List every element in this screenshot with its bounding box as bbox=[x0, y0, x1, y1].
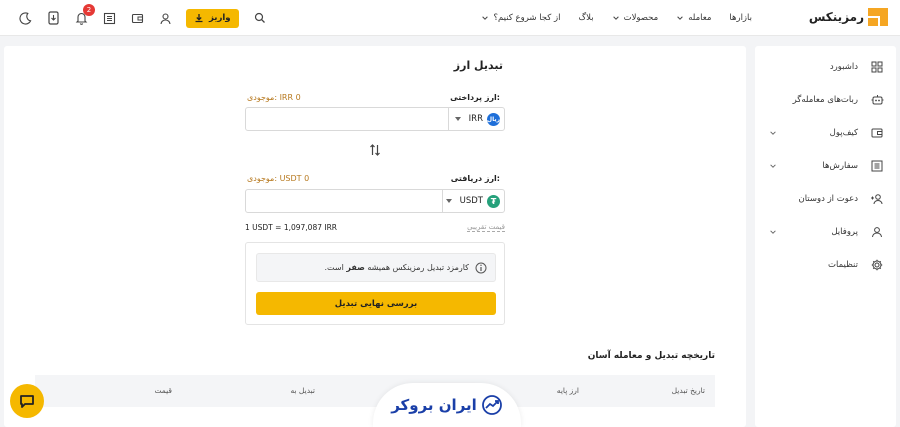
rial-icon: ریال bbox=[487, 112, 500, 126]
top-header: رمزینکس بازارها معامله محصولات بلاگ از ک… bbox=[0, 0, 900, 36]
robot-icon bbox=[870, 93, 884, 107]
column-header-base-currency: ارز پایه bbox=[556, 386, 579, 395]
sidebar-item-label: سفارش‌ها bbox=[822, 161, 858, 171]
sidebar-item-invite-friends[interactable]: دعوت از دوستان bbox=[755, 189, 896, 209]
pay-currency-label: ارز پرداختی: bbox=[450, 93, 500, 102]
receive-amount-field[interactable]: ₮ USDT bbox=[245, 189, 505, 213]
chevron-down-icon bbox=[770, 230, 776, 234]
nav-item-label: بازارها bbox=[729, 13, 752, 23]
page-title: تبدیل ارز bbox=[453, 59, 503, 72]
caret-down-icon bbox=[445, 199, 452, 203]
main-content: تبدیل ارز ارز پرداختی: موجودی: IRR 0 ریا… bbox=[4, 46, 746, 427]
history-title: تاریخچه تبدیل و معامله آسان bbox=[587, 351, 715, 361]
nav-item-getting-started[interactable]: از کجا شروع کنیم؟ bbox=[481, 13, 561, 23]
deposit-label: واریز bbox=[209, 13, 231, 23]
sidebar-item-dashboard[interactable]: داشبورد bbox=[755, 57, 896, 77]
wallet-icon[interactable] bbox=[130, 11, 144, 25]
pay-balance: موجودی: IRR 0 bbox=[247, 93, 301, 102]
logo-mark bbox=[868, 8, 888, 26]
exchange-rate: 1 USDT = 1,097,087 IRR bbox=[245, 223, 338, 232]
orders-icon[interactable] bbox=[102, 11, 116, 25]
search-icon[interactable] bbox=[253, 11, 267, 25]
chevron-down-icon bbox=[770, 131, 776, 135]
user-icon[interactable] bbox=[158, 11, 172, 25]
fee-notice: کارمزد تبدیل رمزینکس همیشه صفر است. bbox=[256, 253, 496, 282]
column-header-converted-to: تبدیل به bbox=[290, 386, 315, 395]
chevron-down-icon bbox=[612, 16, 619, 20]
logo[interactable]: رمزینکس bbox=[809, 8, 888, 26]
notification-icon[interactable]: 2 bbox=[74, 4, 95, 25]
sidebar-item-label: پروفایل bbox=[831, 227, 858, 237]
sidebar-item-orders[interactable]: سفارش‌ها bbox=[755, 156, 896, 176]
caret-down-icon bbox=[454, 117, 461, 121]
watermark-logo: ایران بروکر bbox=[373, 383, 521, 427]
chevron-down-icon bbox=[770, 164, 776, 168]
nav-item-label: بلاگ bbox=[578, 13, 594, 23]
download-app-icon[interactable] bbox=[46, 11, 60, 25]
dashboard-icon bbox=[870, 60, 884, 74]
sidebar: داشبورد ربات‌های معامله‌گر کیف‌پول سفارش… bbox=[755, 46, 896, 427]
receive-currency-label: ارز دریافتی: bbox=[450, 174, 500, 183]
main-nav: بازارها معامله محصولات بلاگ از کجا شروع … bbox=[481, 0, 752, 36]
download-icon bbox=[195, 14, 203, 23]
profile-icon bbox=[870, 225, 884, 239]
chart-arrow-icon bbox=[481, 395, 502, 415]
pay-currency-name: IRR bbox=[468, 114, 483, 124]
logo-text: رمزینکس bbox=[808, 10, 864, 24]
sidebar-item-label: تنظیمات bbox=[828, 260, 858, 270]
wallet-icon bbox=[870, 126, 884, 140]
sidebar-item-label: دعوت از دوستان bbox=[798, 194, 858, 204]
sidebar-item-wallet[interactable]: کیف‌پول bbox=[755, 123, 896, 143]
review-conversion-button[interactable]: بررسی نهایی تبدیل bbox=[256, 292, 496, 315]
sidebar-item-settings[interactable]: تنظیمات bbox=[755, 255, 896, 275]
nav-item-label: معامله bbox=[688, 13, 712, 23]
pay-currency-select[interactable]: ریال IRR bbox=[448, 108, 504, 130]
header-actions: 2 واریز bbox=[18, 0, 267, 36]
nav-item-label: از کجا شروع کنیم؟ bbox=[493, 13, 561, 23]
receive-currency-select[interactable]: ₮ USDT bbox=[442, 190, 504, 212]
sidebar-item-label: کیف‌پول bbox=[829, 128, 858, 138]
nav-item-trade[interactable]: معامله bbox=[676, 13, 711, 23]
support-chat-button[interactable] bbox=[10, 384, 44, 418]
nav-item-products[interactable]: محصولات bbox=[612, 13, 659, 23]
conversion-summary-box: کارمزد تبدیل رمزینکس همیشه صفر است. بررس… bbox=[245, 242, 505, 325]
swap-icon[interactable] bbox=[369, 143, 381, 157]
pay-amount-field[interactable]: ریال IRR bbox=[245, 107, 505, 131]
sidebar-item-profile[interactable]: پروفایل bbox=[755, 222, 896, 242]
orders-icon bbox=[870, 159, 884, 173]
nav-item-markets[interactable]: بازارها bbox=[729, 13, 752, 23]
column-header-date: تاریخ تبدیل bbox=[671, 386, 705, 395]
sidebar-item-label: ربات‌های معامله‌گر bbox=[792, 95, 858, 105]
info-icon bbox=[475, 262, 487, 273]
dark-mode-icon[interactable] bbox=[18, 11, 32, 25]
sidebar-item-label: داشبورد bbox=[829, 62, 858, 72]
chevron-down-icon bbox=[677, 16, 683, 20]
nav-item-blog[interactable]: بلاگ bbox=[579, 13, 594, 23]
nav-item-label: محصولات bbox=[623, 13, 659, 23]
column-header-price: قیمت bbox=[154, 386, 172, 395]
chevron-down-icon bbox=[482, 16, 489, 20]
watermark-text: ایران بروکر bbox=[391, 396, 477, 414]
tether-icon: ₮ bbox=[487, 194, 500, 208]
receive-balance: موجودی: USDT 0 bbox=[247, 174, 310, 183]
receive-currency-name: USDT bbox=[459, 196, 483, 206]
chat-icon bbox=[20, 395, 34, 408]
fee-notice-text: کارمزد تبدیل رمزینکس همیشه صفر است. bbox=[324, 263, 469, 272]
history-table-header: تاریخ تبدیل ارز پایه تبدیل به قیمت bbox=[35, 375, 715, 407]
sidebar-item-trading-bots[interactable]: ربات‌های معامله‌گر bbox=[755, 90, 896, 110]
invite-icon bbox=[870, 192, 884, 206]
settings-icon bbox=[870, 258, 884, 272]
deposit-button[interactable]: واریز bbox=[186, 8, 239, 28]
notification-badge: 2 bbox=[83, 4, 95, 16]
approximate-price-label[interactable]: قیمت تقریبی bbox=[467, 223, 505, 232]
